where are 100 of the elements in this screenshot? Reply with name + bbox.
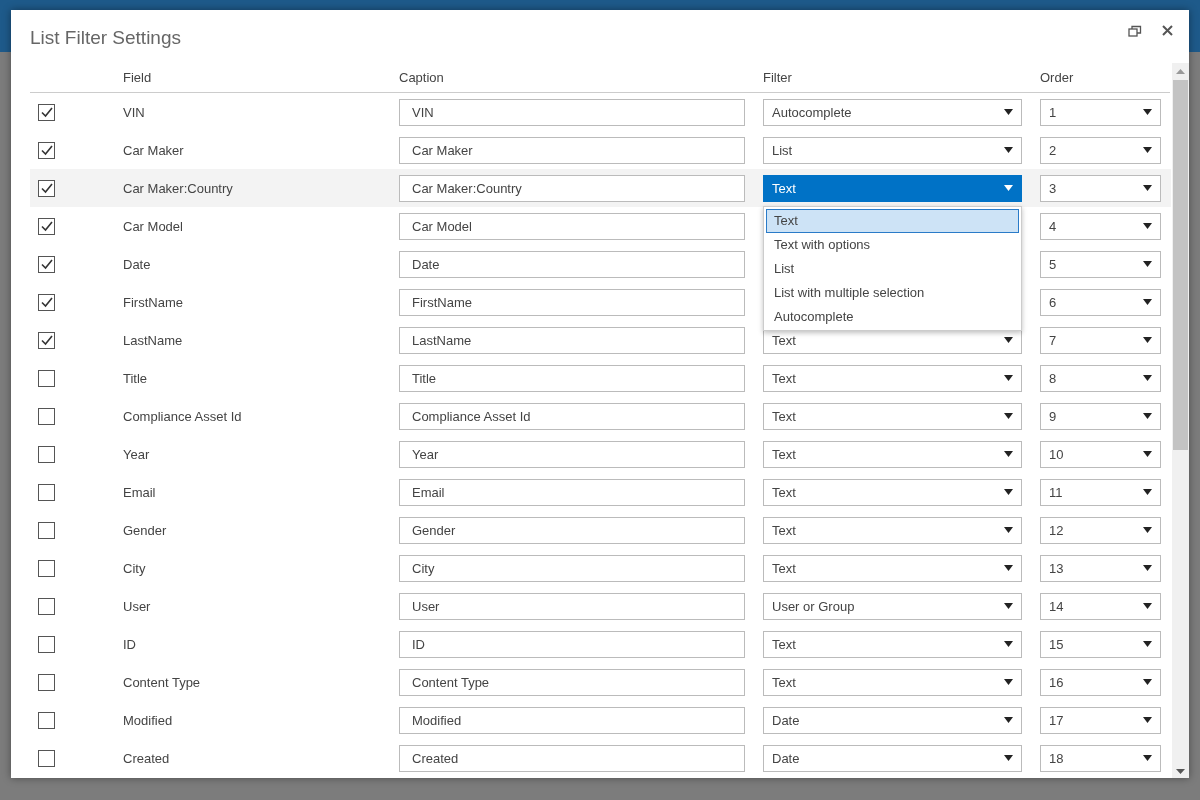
field-name: Compliance Asset Id xyxy=(122,407,243,426)
order-select[interactable]: 3 xyxy=(1040,174,1161,202)
caption-input[interactable]: Compliance Asset Id xyxy=(399,402,745,430)
filter-select[interactable]: Text xyxy=(763,478,1022,506)
filter-select[interactable]: Text xyxy=(763,668,1022,696)
checkbox[interactable] xyxy=(38,559,55,577)
checkbox[interactable] xyxy=(38,103,55,121)
caption-input[interactable]: Date xyxy=(399,250,745,278)
order-select[interactable]: 7 xyxy=(1040,326,1161,354)
field-name: City xyxy=(122,559,147,578)
scroll-down-icon[interactable] xyxy=(1176,769,1185,774)
checkbox[interactable] xyxy=(38,521,55,539)
caption-input[interactable]: City xyxy=(399,554,745,582)
caption-input[interactable]: Gender xyxy=(399,516,745,544)
field-name: User xyxy=(122,597,152,616)
field-name: Car Model xyxy=(122,217,184,236)
checkbox[interactable] xyxy=(38,331,55,349)
filter-select[interactable]: Text xyxy=(763,402,1022,430)
caption-input[interactable]: VIN xyxy=(399,98,745,126)
filter-select[interactable]: Text xyxy=(763,440,1022,468)
checkbox[interactable] xyxy=(38,483,55,501)
caption-input[interactable]: Car Model xyxy=(399,212,745,240)
checkbox[interactable] xyxy=(38,711,55,729)
caret-icon xyxy=(1004,147,1013,153)
dropdown-option[interactable]: Autocomplete xyxy=(766,304,1019,329)
order-select[interactable]: 1 xyxy=(1040,98,1161,126)
caption-input[interactable]: Title xyxy=(399,364,745,392)
checkbox[interactable] xyxy=(38,407,55,425)
filter-select[interactable]: Text xyxy=(763,174,1022,202)
scrollbar[interactable] xyxy=(1172,63,1189,778)
order-select[interactable]: 8 xyxy=(1040,364,1161,392)
close-icon[interactable] xyxy=(1162,25,1173,36)
order-select[interactable]: 4 xyxy=(1040,212,1161,240)
order-select[interactable]: 18 xyxy=(1040,744,1161,772)
order-select[interactable]: 5 xyxy=(1040,250,1161,278)
order-select[interactable]: 12 xyxy=(1040,516,1161,544)
caret-icon xyxy=(1004,375,1013,381)
caret-icon xyxy=(1143,755,1152,761)
checkbox[interactable] xyxy=(38,597,55,615)
dropdown-option[interactable]: List with multiple selection xyxy=(766,280,1019,305)
caret-icon xyxy=(1004,489,1013,495)
order-select[interactable]: 2 xyxy=(1040,136,1161,164)
order-select[interactable]: 17 xyxy=(1040,706,1161,734)
caret-icon xyxy=(1143,717,1152,723)
caption-input[interactable]: Car Maker:Country xyxy=(399,174,745,202)
scroll-thumb[interactable] xyxy=(1173,80,1188,450)
field-name: Created xyxy=(122,749,171,768)
filter-select[interactable]: Date xyxy=(763,744,1022,772)
filter-select[interactable]: Text xyxy=(763,630,1022,658)
caption-input[interactable]: Created xyxy=(399,744,745,772)
order-select[interactable]: 10 xyxy=(1040,440,1161,468)
order-select[interactable]: 9 xyxy=(1040,402,1161,430)
dropdown-option[interactable]: List xyxy=(766,256,1019,281)
caret-icon xyxy=(1143,489,1152,495)
caption-input[interactable]: Car Maker xyxy=(399,136,745,164)
caption-input[interactable]: ID xyxy=(399,630,745,658)
dialog-title: List Filter Settings xyxy=(30,27,181,49)
caret-icon xyxy=(1143,679,1152,685)
checkbox[interactable] xyxy=(38,369,55,387)
filter-select[interactable]: List xyxy=(763,136,1022,164)
checkbox[interactable] xyxy=(38,749,55,767)
column-header: Field xyxy=(123,70,152,85)
order-select[interactable]: 13 xyxy=(1040,554,1161,582)
caption-input[interactable]: LastName xyxy=(399,326,745,354)
filter-select[interactable]: Date xyxy=(763,706,1022,734)
field-name: Gender xyxy=(122,521,168,540)
order-select[interactable]: 15 xyxy=(1040,630,1161,658)
caret-icon xyxy=(1143,451,1152,457)
filter-select[interactable]: Text xyxy=(763,364,1022,392)
dropdown-option[interactable]: Text xyxy=(766,208,1019,233)
filter-select[interactable]: Text xyxy=(763,516,1022,544)
checkbox[interactable] xyxy=(38,445,55,463)
filter-select[interactable]: User or Group xyxy=(763,592,1022,620)
field-name: Year xyxy=(122,445,151,464)
order-select[interactable]: 14 xyxy=(1040,592,1161,620)
checkbox[interactable] xyxy=(38,255,55,273)
order-select[interactable]: 6 xyxy=(1040,288,1161,316)
caret-icon xyxy=(1143,565,1152,571)
checkbox[interactable] xyxy=(38,141,55,159)
filter-select[interactable]: Autocomplete xyxy=(763,98,1022,126)
order-select[interactable]: 11 xyxy=(1040,478,1161,506)
caption-input[interactable]: Year xyxy=(399,440,745,468)
checkbox[interactable] xyxy=(38,217,55,235)
caret-icon xyxy=(1143,413,1152,419)
checkbox[interactable] xyxy=(38,673,55,691)
checkbox[interactable] xyxy=(38,635,55,653)
dropdown-option[interactable]: Text with options xyxy=(766,232,1019,257)
checkbox[interactable] xyxy=(38,293,55,311)
filter-select[interactable]: Text xyxy=(763,554,1022,582)
caret-icon xyxy=(1143,337,1152,343)
caption-input[interactable]: Modified xyxy=(399,706,745,734)
caption-input[interactable]: FirstName xyxy=(399,288,745,316)
caption-input[interactable]: Content Type xyxy=(399,668,745,696)
caret-icon xyxy=(1004,603,1013,609)
restore-icon[interactable] xyxy=(1128,24,1142,37)
caption-input[interactable]: User xyxy=(399,592,745,620)
caret-icon xyxy=(1143,603,1152,609)
checkbox[interactable] xyxy=(38,179,55,197)
caption-input[interactable]: Email xyxy=(399,478,745,506)
order-select[interactable]: 16 xyxy=(1040,668,1161,696)
